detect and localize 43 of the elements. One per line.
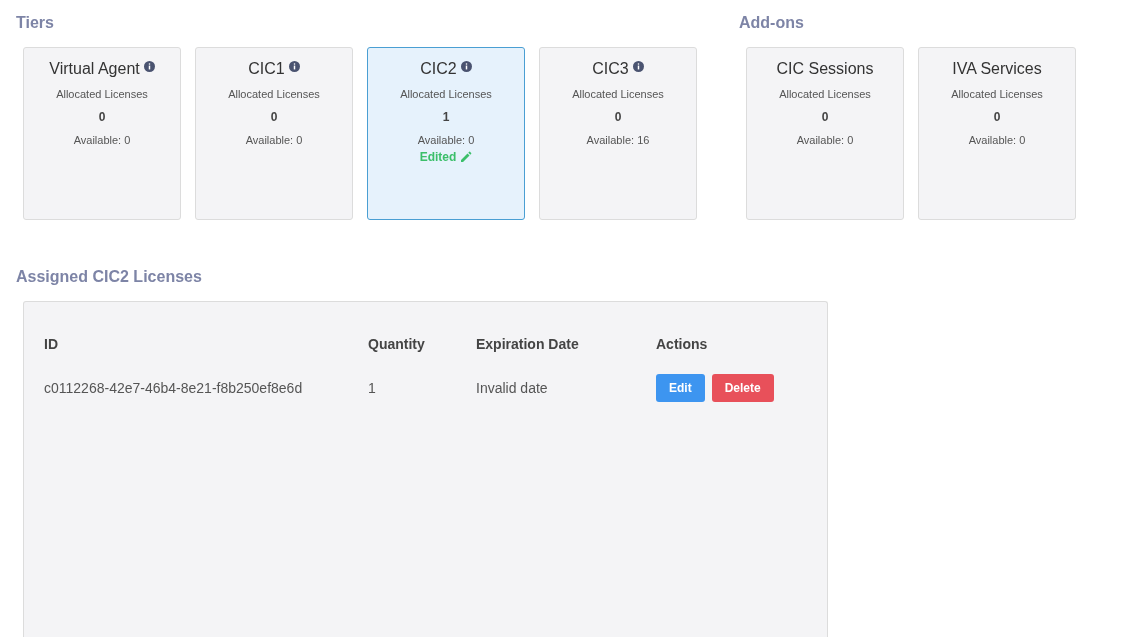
license-card[interactable]: Virtual Agent Allocated Licenses 0 Available: 0: [23, 47, 181, 220]
allocated-label: Allocated Licenses: [779, 88, 871, 100]
allocated-label: Allocated Licenses: [572, 88, 664, 100]
allocated-label: Allocated Licenses: [56, 88, 148, 100]
table-cell-text: c0112268-42e7-46b4-8e21-f8b250ef8e6d: [44, 380, 304, 396]
pencil-icon: [460, 151, 473, 163]
available-count: Available: 0: [417, 134, 475, 146]
card-title: CIC Sessions: [776, 60, 874, 78]
license-card[interactable]: CIC1 Allocated Licenses 0 Available: 0: [195, 47, 353, 220]
card-title: IVA Services: [952, 60, 1042, 78]
allocated-label: Allocated Licenses: [951, 88, 1043, 100]
license-card[interactable]: CIC3 Allocated Licenses 0 Available: 16: [539, 47, 697, 220]
column-header: ID: [44, 336, 59, 352]
allocated-label: Allocated Licenses: [400, 88, 492, 100]
column-header: Actions: [656, 336, 709, 352]
delete-button[interactable]: Delete: [711, 374, 774, 402]
allocated-count: 1: [442, 110, 450, 124]
license-card[interactable]: IVA Services Allocated Licenses 0 Available: 0: [918, 47, 1076, 220]
allocated-count: 0: [270, 110, 278, 124]
column-header: Expiration Date: [476, 336, 580, 352]
section-heading: Tiers: [16, 14, 55, 32]
available-count: Available: 16: [586, 134, 650, 146]
column-header: Quantity: [368, 336, 426, 352]
card-title: CIC1: [248, 60, 285, 78]
license-card[interactable]: CIC2 Allocated Licenses 1 Available: 0 Edited: [367, 47, 525, 220]
allocated-count: 0: [993, 110, 1001, 124]
license-card[interactable]: CIC Sessions Allocated Licenses 0 Available: 0: [746, 47, 904, 220]
card-title: CIC2: [420, 60, 457, 78]
available-count: Available: 0: [968, 134, 1026, 146]
allocated-label: Allocated Licenses: [228, 88, 320, 100]
section-heading: Assigned CIC2 Licenses: [16, 268, 203, 286]
edited-label: Edited: [419, 150, 457, 164]
available-count: Available: 0: [796, 134, 854, 146]
allocated-count: 0: [98, 110, 106, 124]
table-cell-text: 1: [368, 380, 377, 396]
available-count: Available: 0: [73, 134, 131, 146]
section-heading: Add-ons: [739, 14, 805, 32]
allocated-count: 0: [821, 110, 829, 124]
allocated-count: 0: [614, 110, 622, 124]
card-title: Virtual Agent: [49, 60, 140, 78]
table-cell-text: Invalid date: [476, 380, 549, 396]
available-count: Available: 0: [245, 134, 303, 146]
card-title: CIC3: [592, 60, 629, 78]
